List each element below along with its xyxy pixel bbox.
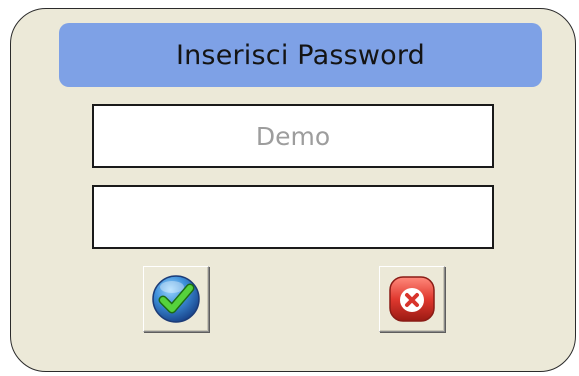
username-field[interactable]	[92, 104, 494, 168]
cancel-button[interactable]	[379, 266, 445, 332]
password-dialog: Inserisci Password	[10, 8, 576, 372]
check-icon	[152, 275, 200, 323]
close-icon	[389, 276, 435, 322]
password-field[interactable]	[92, 185, 494, 249]
dialog-title-bar: Inserisci Password	[59, 23, 542, 87]
dialog-title: Inserisci Password	[175, 39, 426, 71]
confirm-button[interactable]	[143, 266, 209, 332]
